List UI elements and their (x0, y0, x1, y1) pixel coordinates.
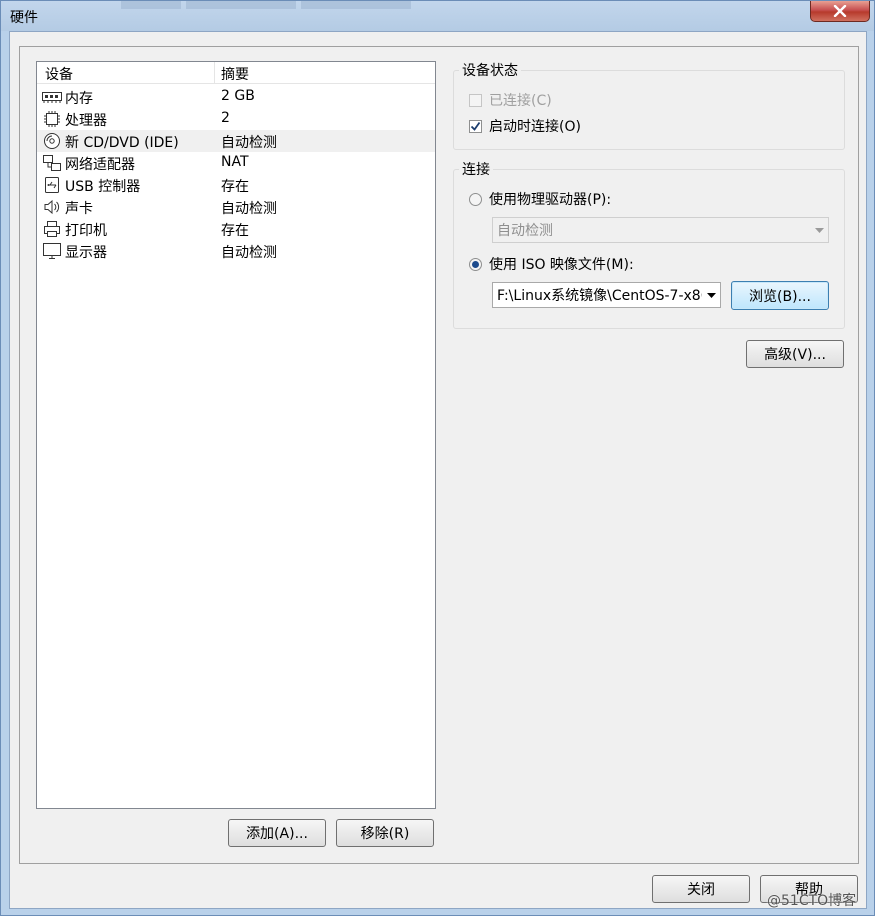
radio-dot (472, 260, 479, 268)
processor-icon (42, 110, 62, 128)
connect-at-power-on-label: 启动时连接(O) (489, 119, 581, 135)
device-row-usb[interactable]: USB 控制器 存在 (37, 174, 435, 196)
watermark-text: @51CTO博客 (767, 893, 857, 909)
remove-device-button[interactable]: 移除(R) (336, 819, 434, 847)
column-separator[interactable] (214, 62, 215, 84)
device-summary: 2 (221, 110, 230, 126)
physical-drive-select[interactable]: 自动检测 (492, 217, 829, 243)
window-close-button[interactable] (810, 1, 870, 22)
title-blur (301, 1, 411, 9)
device-list-header: 设备 摘要 (37, 62, 435, 84)
connected-label: 已连接(C) (489, 93, 552, 109)
sound-card-icon (42, 198, 62, 216)
close-button[interactable]: 关闭 (652, 875, 750, 903)
device-row-processor[interactable]: 处理器 2 (37, 108, 435, 130)
hardware-window: 硬件 设备 摘要 内存 2 GB 处理器 2 新 CD/DVD (IDE) 自动… (0, 0, 875, 916)
add-device-button[interactable]: 添加(A)... (228, 819, 326, 847)
close-icon (833, 5, 847, 17)
printer-icon (42, 220, 62, 238)
checkbox-box (469, 119, 482, 133)
device-rows: 内存 2 GB 处理器 2 新 CD/DVD (IDE) 自动检测 网络适配器 … (37, 86, 435, 262)
device-name: 打印机 (65, 223, 107, 239)
iso-image-path-value: F:\Linux系统镜像\CentOS-7-x86_64-DVD-1708.is… (497, 288, 702, 304)
device-summary: 自动检测 (221, 201, 277, 217)
radio-circle (469, 257, 482, 271)
device-name: 处理器 (65, 113, 107, 129)
device-row-sound-card[interactable]: 声卡 自动检测 (37, 196, 435, 218)
memory-icon (42, 88, 62, 106)
device-name: 显示器 (65, 245, 107, 261)
device-row-printer[interactable]: 打印机 存在 (37, 218, 435, 240)
physical-drive-label: 使用物理驱动器(P): (489, 192, 612, 208)
connect-at-power-on-checkbox[interactable]: 启动时连接(O) (469, 116, 581, 136)
device-status-group: 设备状态 已连接(C) 启动时连接(O) (453, 60, 845, 150)
device-summary: 自动检测 (221, 245, 277, 261)
advanced-button[interactable]: 高级(V)... (746, 340, 844, 368)
network-adapter-icon (42, 154, 62, 172)
title-bar[interactable]: 硬件 (1, 1, 874, 31)
iso-image-label: 使用 ISO 映像文件(M): (489, 257, 634, 273)
device-name: 内存 (65, 91, 93, 107)
connection-group: 连接 使用物理驱动器(P): 自动检测 使用 ISO 映像文件(M): F:\L (453, 159, 845, 329)
device-list[interactable]: 设备 摘要 内存 2 GB 处理器 2 新 CD/DVD (IDE) 自动检测 … (36, 61, 436, 809)
column-header-device[interactable]: 设备 (45, 64, 73, 84)
radio-circle (469, 192, 482, 206)
cd-dvd-icon (42, 132, 62, 150)
device-status-title: 设备状态 (459, 60, 521, 80)
checkbox-box (469, 93, 482, 107)
chevron-down-icon (702, 283, 720, 307)
device-name: USB 控制器 (65, 179, 141, 195)
physical-drive-value: 自动检测 (497, 223, 553, 239)
column-header-summary[interactable]: 摘要 (221, 64, 249, 84)
physical-drive-radio[interactable]: 使用物理驱动器(P): (469, 189, 611, 209)
device-row-cd-dvd[interactable]: 新 CD/DVD (IDE) 自动检测 (37, 130, 435, 152)
device-summary: 2 GB (221, 88, 255, 104)
device-summary: 自动检测 (221, 135, 277, 151)
hardware-panel: 设备 摘要 内存 2 GB 处理器 2 新 CD/DVD (IDE) 自动检测 … (19, 46, 859, 864)
device-name: 网络适配器 (65, 157, 135, 173)
chevron-down-icon (810, 218, 828, 242)
connected-checkbox[interactable]: 已连接(C) (469, 90, 552, 110)
title-blur (121, 1, 181, 9)
device-row-display[interactable]: 显示器 自动检测 (37, 240, 435, 262)
device-name: 新 CD/DVD (IDE) (65, 135, 179, 151)
iso-image-path-select[interactable]: F:\Linux系统镜像\CentOS-7-x86_64-DVD-1708.is… (492, 282, 721, 308)
device-row-memory[interactable]: 内存 2 GB (37, 86, 435, 108)
usb-icon (42, 176, 62, 194)
checkmark-icon (470, 121, 481, 131)
device-summary: NAT (221, 154, 249, 170)
browse-button[interactable]: 浏览(B)... (731, 281, 829, 310)
dialog-client-area: 设备 摘要 内存 2 GB 处理器 2 新 CD/DVD (IDE) 自动检测 … (9, 31, 867, 909)
device-name: 声卡 (65, 201, 93, 217)
connection-title: 连接 (459, 159, 493, 179)
title-blur (186, 1, 296, 9)
display-icon (42, 242, 62, 260)
device-summary: 存在 (221, 223, 249, 239)
iso-image-radio[interactable]: 使用 ISO 映像文件(M): (469, 254, 634, 274)
device-row-network-adapter[interactable]: 网络适配器 NAT (37, 152, 435, 174)
device-summary: 存在 (221, 179, 249, 195)
window-title: 硬件 (10, 10, 38, 26)
